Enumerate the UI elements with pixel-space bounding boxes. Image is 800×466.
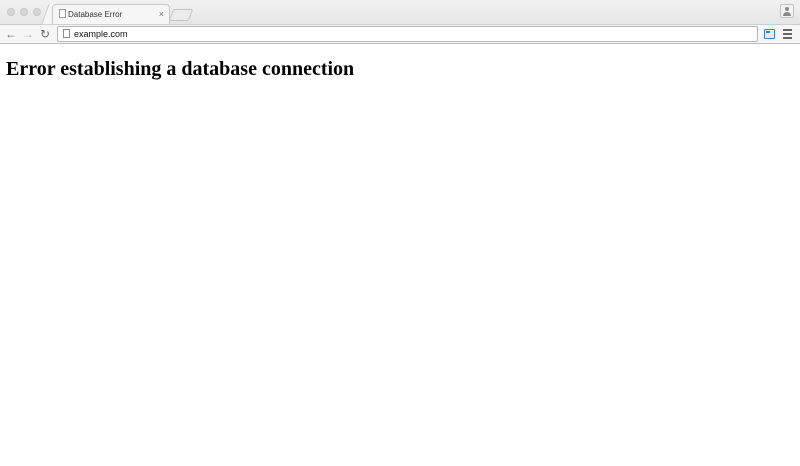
window-close-button[interactable] — [7, 8, 15, 16]
reload-icon[interactable]: ↻ — [38, 27, 52, 41]
hamburger-menu-icon[interactable] — [783, 29, 793, 40]
window-minimize-button[interactable] — [20, 8, 28, 16]
page-icon — [59, 9, 66, 18]
tab-title: Database Error — [68, 10, 123, 19]
address-bar[interactable]: example.com — [57, 26, 758, 42]
tab-strip: Database Error × — [0, 0, 800, 24]
url-text[interactable]: example.com — [74, 28, 128, 40]
menu-bar — [783, 29, 792, 31]
page-icon — [63, 29, 70, 38]
person-icon[interactable] — [780, 4, 794, 18]
extension-icon[interactable] — [764, 29, 775, 39]
browser-toolbar: ← → ↻ example.com — [0, 24, 800, 44]
profile-body — [783, 12, 791, 16]
forward-arrow-icon[interactable]: → — [21, 27, 35, 41]
window-maximize-button[interactable] — [33, 8, 41, 16]
browser-window: Database Error × ← → ↻ example.com Error… — [0, 0, 800, 466]
error-heading: Error establishing a database connection — [6, 58, 355, 80]
new-tab-button[interactable] — [168, 9, 194, 21]
menu-bar — [783, 37, 792, 39]
page-content: Error establishing a database connection — [0, 44, 800, 466]
profile-head — [785, 7, 789, 11]
close-tab-icon[interactable]: × — [159, 8, 164, 20]
back-arrow-icon[interactable]: ← — [4, 27, 18, 41]
menu-bar — [783, 33, 792, 35]
tab-database-error[interactable]: Database Error × — [52, 4, 170, 24]
